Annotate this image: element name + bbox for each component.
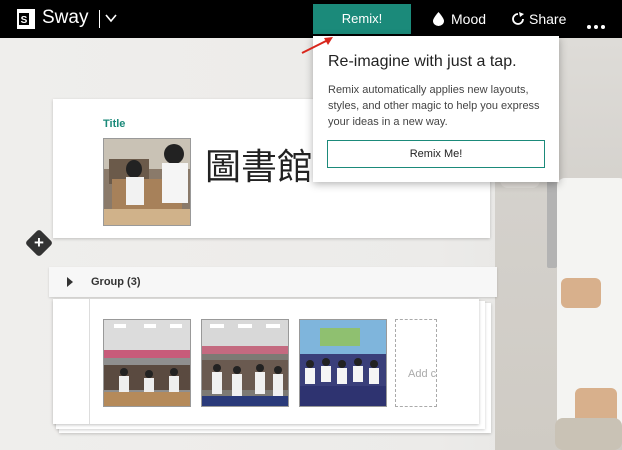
add-content-label: Add c <box>408 368 437 380</box>
popup-heading: Re-imagine with just a tap. <box>328 53 517 70</box>
divider <box>99 10 100 28</box>
plus-icon[interactable]: + <box>29 233 49 253</box>
expand-arrow-icon[interactable] <box>67 277 73 287</box>
remix-button[interactable]: Remix! <box>313 4 411 34</box>
group-image-1[interactable] <box>103 319 191 407</box>
group-label: Group (3) <box>91 276 141 288</box>
more-icon[interactable] <box>587 16 608 34</box>
drop-icon <box>433 12 444 26</box>
annotation-arrow-icon <box>301 37 333 54</box>
sway-logo-icon[interactable]: S <box>17 9 35 29</box>
logo-letter: S <box>21 15 28 26</box>
title-label: Title <box>103 118 126 130</box>
top-bar: S Sway Remix! Mood Share <box>0 0 622 38</box>
share-label: Share <box>529 11 567 27</box>
remix-me-button[interactable]: Remix Me! <box>327 140 545 168</box>
title-image[interactable] <box>103 138 191 226</box>
group-image-2[interactable] <box>201 319 289 407</box>
app-name[interactable]: Sway <box>42 7 88 29</box>
share-icon <box>512 12 524 25</box>
mood-label: Mood <box>451 11 487 27</box>
add-content-slot[interactable]: Add c <box>395 319 437 407</box>
title-text[interactable]: 圖書館 <box>205 138 313 190</box>
group-divider <box>89 299 90 424</box>
popup-body: Remix automatically applies new layouts,… <box>328 84 540 128</box>
chevron-down-icon[interactable] <box>105 10 117 28</box>
group-image-3[interactable] <box>299 319 387 407</box>
scrollbar[interactable] <box>547 180 557 268</box>
